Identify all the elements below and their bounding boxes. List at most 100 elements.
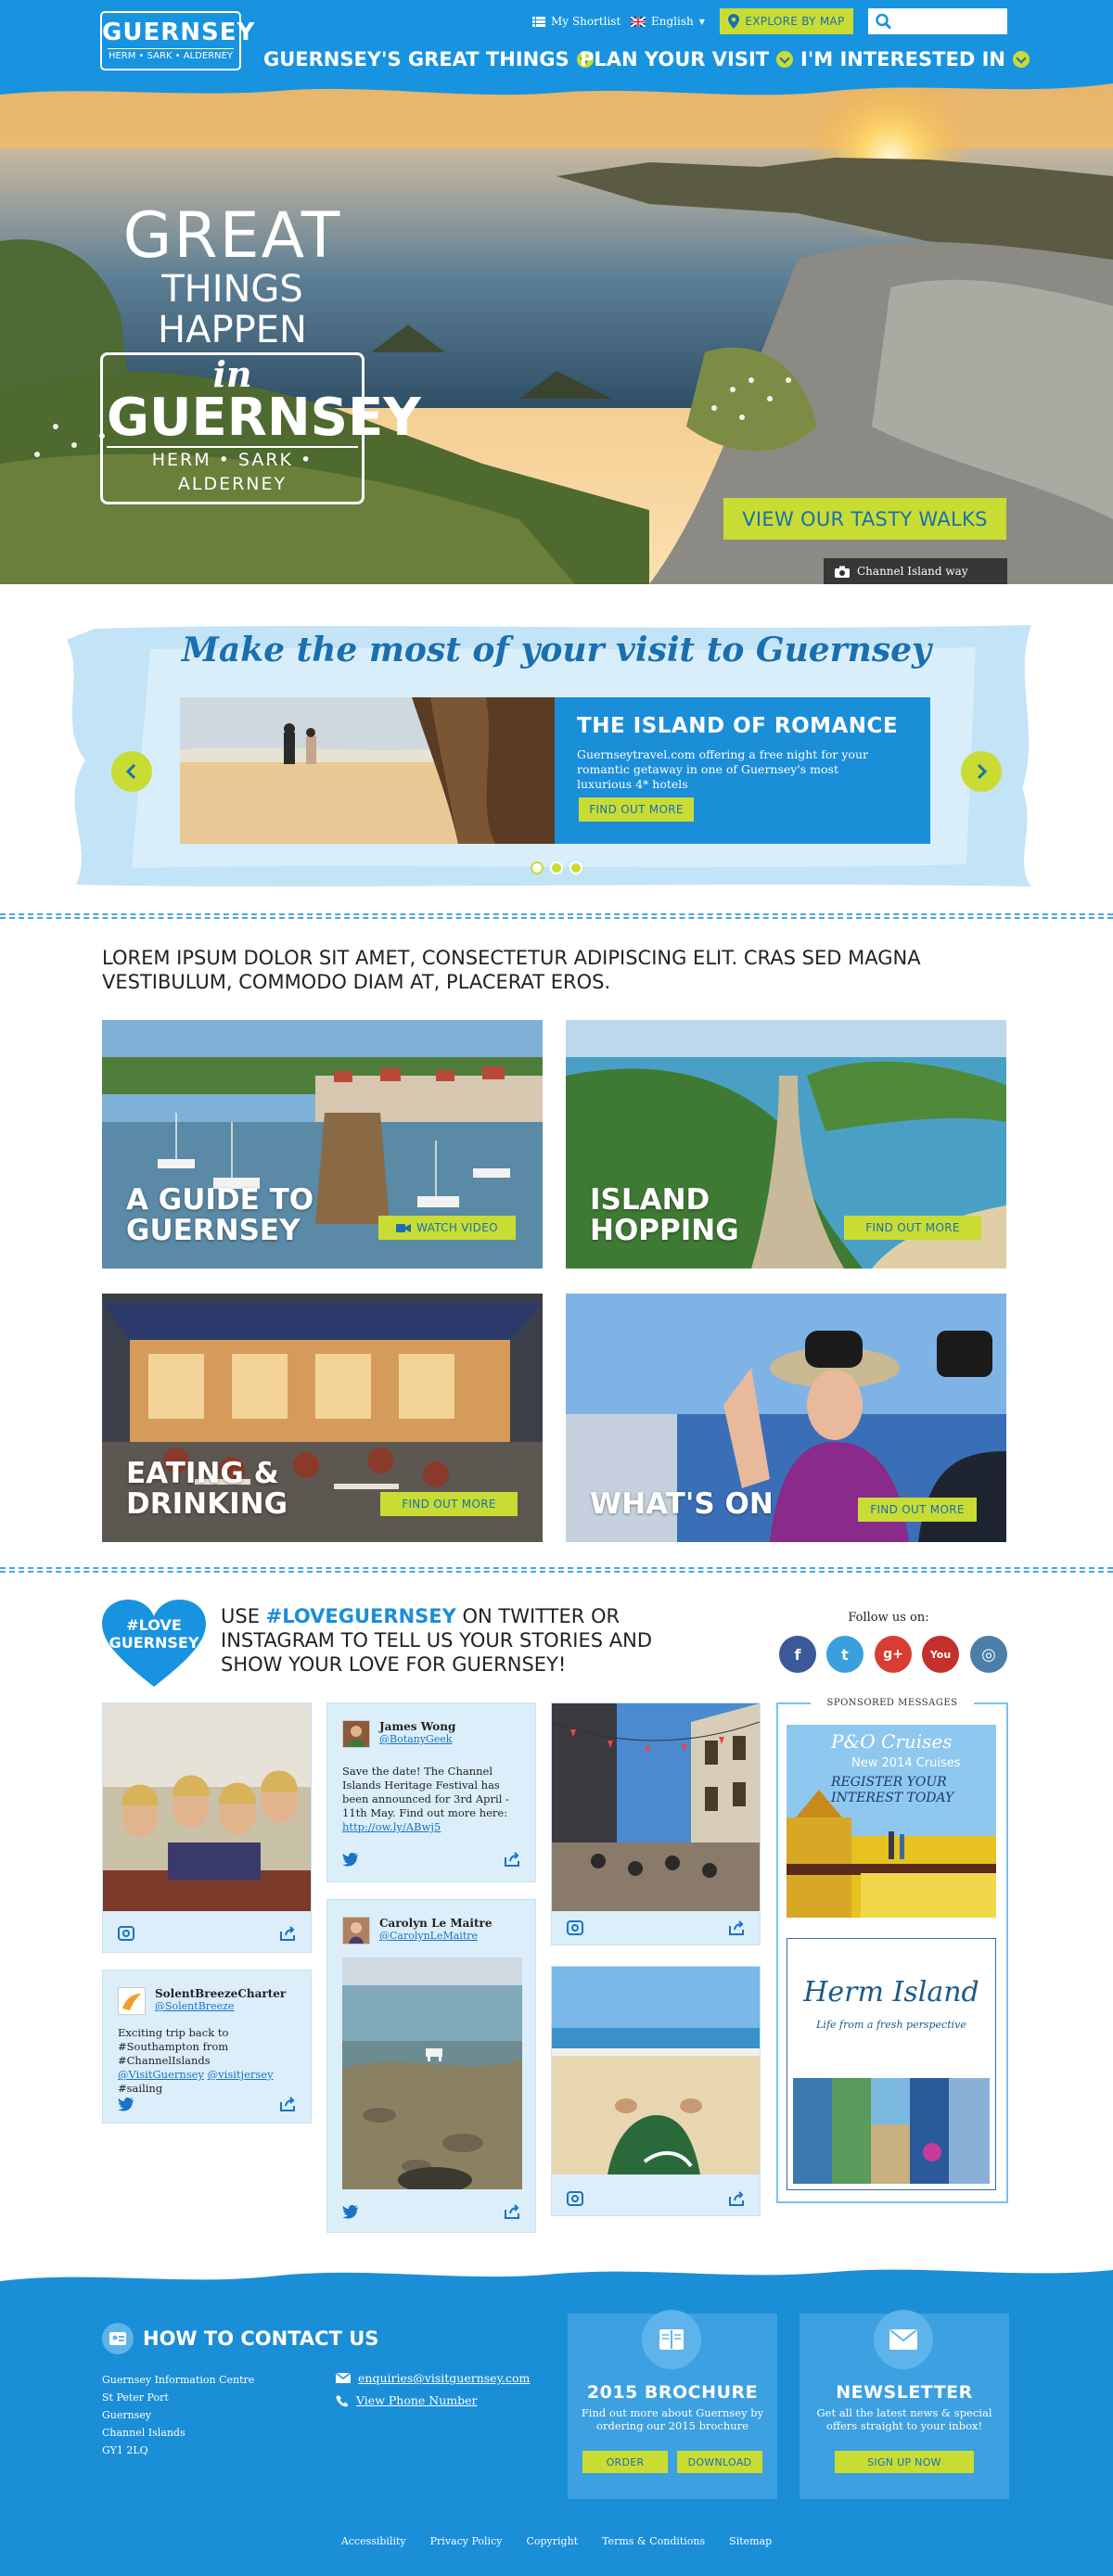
sitemap-link[interactable]: Sitemap	[729, 2535, 772, 2547]
language-select[interactable]: English ▼	[631, 15, 705, 28]
ad1-line2: REGISTER YOUR	[831, 1775, 947, 1790]
envelope-icon	[874, 2310, 933, 2369]
tile-label-line1: A GUIDE TO	[126, 1183, 314, 1217]
contact-card-icon	[102, 2323, 134, 2354]
nav-interested-in-label: I'M INTERESTED IN	[800, 48, 1005, 70]
love-guernsey-heart-badge: #LOVE GUERNSEY	[102, 1600, 206, 1689]
watch-video-label: WATCH VIDEO	[416, 1221, 498, 1234]
tweet-link[interactable]: http://ow.ly/ABwj5	[342, 1820, 441, 1833]
tile-eating-drinking[interactable]: EATING & DRINKING FIND OUT MORE	[102, 1294, 543, 1542]
nav-plan-your-visit[interactable]: PLAN YOUR VISIT	[580, 48, 794, 70]
twitter-bird-icon[interactable]	[118, 2097, 134, 2111]
tile-island-hopping[interactable]: ISLAND HOPPING FIND OUT MORE	[566, 1020, 1006, 1269]
tweet-card[interactable]: Carolyn Le Maitre @CarolynLeMaitre	[326, 1899, 536, 2233]
newsletter-signup-button[interactable]: SIGN UP NOW	[835, 2451, 974, 2473]
instagram-post-card[interactable]	[551, 1966, 761, 2216]
slide-find-out-more-button[interactable]: FIND OUT MORE	[579, 797, 694, 822]
tweet-text: Save the date! The Channel Islands Herit…	[342, 1765, 524, 1834]
share-icon[interactable]	[279, 1926, 296, 1941]
brush-stroke-divider	[0, 2269, 1113, 2309]
brochure-text: Find out more about Guernsey by ordering…	[581, 2406, 764, 2432]
slide-title: THE ISLAND OF ROMANCE	[577, 714, 899, 738]
newsletter-title: NEWSLETTER	[836, 2382, 973, 2403]
terms-link[interactable]: Terms & Conditions	[602, 2535, 705, 2547]
avatar	[342, 1720, 370, 1748]
google-plus-icon[interactable]: g+	[875, 1636, 912, 1673]
love-hashtag[interactable]: #LOVEGUERNSEY	[266, 1605, 456, 1627]
twitter-icon[interactable]: t	[826, 1636, 864, 1673]
tile-guide-to-guernsey[interactable]: A GUIDE TO GUERNSEY WATCH VIDEO	[102, 1020, 543, 1269]
nav-interested-in[interactable]: I'M INTERESTED IN	[800, 48, 1030, 70]
tweet-author-handle[interactable]: @CarolynLeMaitre	[379, 1930, 492, 1942]
herm-island-photo-strip	[793, 2078, 990, 2184]
follow-us-label: Follow us on:	[848, 1611, 929, 1625]
ad1-line3: INTEREST TODAY	[831, 1791, 954, 1805]
site-logo[interactable]: GUERNSEY HERM • SARK • ALDERNEY	[100, 11, 254, 70]
share-icon[interactable]	[279, 2097, 296, 2111]
whats-on-find-out-more-button[interactable]: FIND OUT MORE	[858, 1498, 977, 1522]
nav-great-things-label: GUERNSEY'S GREAT THINGS	[263, 48, 569, 70]
explore-by-map-button[interactable]: EXPLORE BY MAP	[720, 8, 853, 34]
tweet-author-handle[interactable]: @BotanyGeek	[379, 1733, 455, 1745]
instagram-icon[interactable]: ◎	[970, 1636, 1007, 1673]
carousel-prev-button[interactable]	[111, 751, 152, 792]
tweet-author-handle[interactable]: @SolentBreeze	[155, 2000, 286, 2012]
island-hopping-find-out-more-button[interactable]: FIND OUT MORE	[844, 1216, 981, 1240]
share-icon[interactable]	[504, 1852, 520, 1867]
download-brochure-button[interactable]: DOWNLOAD	[677, 2451, 762, 2473]
address-line: GY1 2LQ	[102, 2444, 148, 2456]
email-text: enquiries@visitguernsey.com	[358, 2371, 531, 2385]
phone-link[interactable]: View Phone Number	[336, 2393, 478, 2407]
ad2-subtitle: Life from a fresh perspective	[816, 2019, 966, 2031]
email-link[interactable]: enquiries@visitguernsey.com	[336, 2371, 530, 2385]
tile-label-line2: GUERNSEY	[126, 1214, 301, 1247]
chevron-right-icon	[977, 763, 988, 780]
beach-feet-photo	[552, 1967, 760, 2174]
brochure-box: 2015 BROCHURE Find out more about Guerns…	[568, 2310, 777, 2499]
privacy-policy-link[interactable]: Privacy Policy	[430, 2535, 503, 2547]
instagram-icon[interactable]	[118, 1926, 134, 1941]
tweet-mention[interactable]: @VisitGuernsey	[118, 2068, 204, 2081]
tweet-card[interactable]: James Wong @BotanyGeek Save the date! Th…	[326, 1702, 536, 1882]
tile-label-line2: DRINKING	[126, 1487, 288, 1521]
tile-whats-on[interactable]: WHAT'S ON FIND OUT MORE	[566, 1294, 1006, 1542]
herm-island-ad[interactable]: Herm Island Life from a fresh perspectiv…	[787, 1938, 996, 2190]
accessibility-link[interactable]: Accessibility	[341, 2535, 406, 2547]
copyright-link[interactable]: Copyright	[526, 2535, 578, 2547]
youtube-icon[interactable]: You	[922, 1636, 959, 1673]
tile-label: ISLAND HOPPING	[590, 1185, 739, 1246]
hero-title-sub: HERM • SARK • ALDERNEY	[107, 446, 358, 496]
eating-drinking-find-out-more-button[interactable]: FIND OUT MORE	[380, 1492, 518, 1516]
carousel-dot-2[interactable]	[550, 861, 563, 874]
po-cruises-ad[interactable]: P&O Cruises New 2014 Cruises REGISTER YO…	[787, 1725, 996, 1918]
facebook-icon[interactable]: f	[779, 1636, 816, 1673]
address-line: Guernsey Information Centre	[102, 2374, 255, 2386]
view-tasty-walks-button[interactable]: VIEW OUR TASTY WALKS	[723, 498, 1006, 540]
carousel-dot-3[interactable]	[569, 861, 582, 874]
friends-selfie-photo	[103, 1703, 311, 1911]
instagram-post-card[interactable]	[551, 1702, 761, 1945]
instagram-post-card[interactable]	[102, 1702, 312, 1953]
nav-great-things[interactable]: GUERNSEY'S GREAT THINGS	[263, 48, 594, 70]
legal-links: Accessibility Privacy Policy Copyright T…	[0, 2535, 1113, 2547]
carousel-dot-1[interactable]	[531, 861, 544, 874]
share-icon[interactable]	[504, 2204, 520, 2219]
tweet-author-name: James Wong	[379, 1720, 456, 1733]
watch-video-button[interactable]: WATCH VIDEO	[378, 1216, 516, 1240]
search-icon[interactable]	[875, 13, 893, 30]
street-bunting-photo	[551, 1703, 761, 1911]
twitter-bird-icon[interactable]	[342, 2204, 359, 2219]
share-icon[interactable]	[728, 1920, 745, 1935]
instagram-icon[interactable]	[567, 1920, 583, 1935]
tweet-mention[interactable]: @visitjersey	[208, 2068, 274, 2081]
instagram-icon[interactable]	[567, 2191, 583, 2206]
tweet-card[interactable]: SolentBreezeCharter @SolentBreeze Exciti…	[102, 1970, 312, 2123]
share-icon[interactable]	[728, 2191, 745, 2206]
order-brochure-button[interactable]: ORDER	[582, 2451, 668, 2473]
list-icon	[532, 16, 545, 27]
carousel-next-button[interactable]	[961, 751, 1002, 792]
twitter-bird-icon[interactable]	[342, 1852, 359, 1867]
shortlist-link[interactable]: My Shortlist	[532, 15, 620, 28]
tile-label: WHAT'S ON	[590, 1489, 774, 1520]
brush-stroke-divider	[0, 70, 1113, 96]
